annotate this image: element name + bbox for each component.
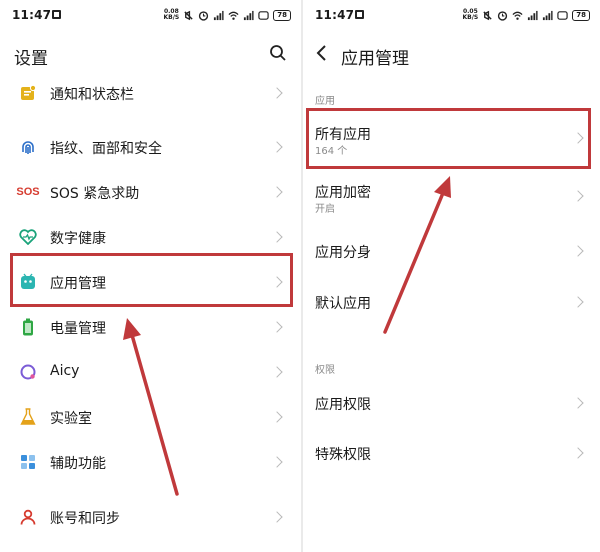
status-icons: 0.08 KB/S 78 bbox=[163, 8, 291, 22]
back-arrow-icon[interactable] bbox=[315, 44, 329, 62]
page-title: 应用管理 bbox=[341, 49, 409, 69]
sos-icon: SOS bbox=[16, 186, 40, 198]
cellular-icon bbox=[244, 10, 254, 20]
mute-icon bbox=[184, 10, 193, 20]
status-bar: 11:47 0.05 KB/S 78 bbox=[303, 0, 600, 30]
chevron-right-icon bbox=[271, 411, 283, 423]
signal-bars-icon bbox=[528, 10, 538, 20]
status-icons: 0.05 KB/S 78 bbox=[462, 8, 590, 22]
lab-flask-icon bbox=[18, 407, 38, 427]
settings-item-label: 账号和同步 bbox=[50, 511, 120, 527]
net-speed: 0.08 KB/S bbox=[163, 8, 180, 21]
settings-item-aicy[interactable]: Aicy bbox=[0, 353, 301, 393]
highlight-box-all-apps bbox=[306, 108, 591, 169]
account-icon bbox=[18, 507, 38, 527]
settings-item-label: 指纹、面部和安全 bbox=[50, 141, 162, 157]
chevron-right-icon bbox=[572, 296, 584, 308]
default-apps-label: 默认应用 bbox=[315, 296, 371, 312]
chevron-right-icon bbox=[572, 397, 584, 409]
app-lock-item[interactable]: 应用加密 开启 bbox=[303, 172, 600, 218]
status-time: 11:47 bbox=[12, 8, 52, 22]
settings-item-label: 数字健康 bbox=[50, 231, 106, 247]
alarm-icon bbox=[498, 10, 508, 21]
chevron-right-icon bbox=[271, 366, 283, 378]
battery-icon bbox=[18, 317, 38, 337]
app-management-screen: 11:47 0.05 KB/S 78 应用管理 应用 所有应用 164 个 应用… bbox=[303, 0, 600, 552]
section-header-permissions: 权限 bbox=[315, 365, 335, 376]
chevron-right-icon bbox=[271, 87, 283, 99]
default-apps-item[interactable]: 默认应用 bbox=[303, 283, 600, 329]
app-lock-label: 应用加密 bbox=[315, 185, 371, 201]
chevron-right-icon bbox=[572, 447, 584, 459]
notification-square-icon bbox=[52, 10, 61, 19]
app-clone-item[interactable]: 应用分身 bbox=[303, 232, 600, 278]
notification-square-icon bbox=[355, 10, 364, 19]
chevron-right-icon bbox=[271, 511, 283, 523]
settings-screen: 11:47 0.08 KB/S 78 设置 通知和状态栏 指纹、面部和安全 SO… bbox=[0, 0, 301, 552]
status-time: 11:47 bbox=[315, 8, 355, 22]
settings-item-label: 实验室 bbox=[50, 411, 92, 427]
settings-item-security[interactable]: 指纹、面部和安全 bbox=[0, 128, 301, 168]
highlight-box-app-management bbox=[10, 253, 293, 307]
chevron-right-icon bbox=[271, 186, 283, 198]
aicy-icon bbox=[18, 362, 38, 382]
hd-icon bbox=[258, 10, 269, 20]
chevron-right-icon bbox=[572, 245, 584, 257]
signal-bars-icon bbox=[214, 10, 224, 20]
search-icon[interactable] bbox=[269, 44, 287, 62]
battery-level: 78 bbox=[572, 9, 590, 21]
wifi-icon bbox=[228, 11, 239, 20]
settings-item-accessibility[interactable]: 辅助功能 bbox=[0, 443, 301, 483]
mute-icon bbox=[483, 10, 492, 20]
settings-item-label: 辅助功能 bbox=[50, 456, 106, 472]
special-permissions-label: 特殊权限 bbox=[315, 447, 371, 463]
accessibility-icon bbox=[18, 452, 38, 472]
app-lock-status: 开启 bbox=[315, 204, 335, 215]
app-permissions-item[interactable]: 应用权限 bbox=[303, 384, 600, 430]
chevron-right-icon bbox=[572, 190, 584, 202]
chevron-right-icon bbox=[271, 456, 283, 468]
chevron-right-icon bbox=[271, 141, 283, 153]
settings-item-label: 电量管理 bbox=[50, 321, 106, 337]
settings-item-lab[interactable]: 实验室 bbox=[0, 398, 301, 438]
net-speed: 0.05 KB/S bbox=[462, 8, 479, 21]
notification-icon bbox=[18, 83, 38, 103]
settings-item-label: Aicy bbox=[50, 363, 80, 379]
special-permissions-item[interactable]: 特殊权限 bbox=[303, 434, 600, 480]
chevron-right-icon bbox=[271, 231, 283, 243]
wifi-icon bbox=[512, 11, 523, 20]
section-header-apps: 应用 bbox=[315, 96, 335, 107]
hd-icon bbox=[557, 10, 568, 20]
app-permissions-label: 应用权限 bbox=[315, 397, 371, 413]
settings-item-sos[interactable]: SOS SOS 紧急求助 bbox=[0, 173, 301, 213]
alarm-icon bbox=[199, 10, 209, 21]
battery-level: 78 bbox=[273, 9, 291, 21]
fingerprint-icon bbox=[18, 137, 38, 157]
settings-item-account[interactable]: 账号和同步 bbox=[0, 498, 301, 538]
settings-item-label: 通知和状态栏 bbox=[50, 87, 134, 103]
status-bar: 11:47 0.08 KB/S 78 bbox=[0, 0, 301, 30]
cellular-icon bbox=[543, 10, 553, 20]
settings-item-digital-health[interactable]: 数字健康 bbox=[0, 218, 301, 258]
page-title: 设置 bbox=[14, 49, 48, 69]
digital-health-icon bbox=[18, 227, 38, 247]
chevron-right-icon bbox=[271, 321, 283, 333]
settings-item-battery[interactable]: 电量管理 bbox=[0, 308, 301, 348]
app-clone-label: 应用分身 bbox=[315, 245, 371, 261]
settings-item-notifications[interactable]: 通知和状态栏 bbox=[0, 74, 301, 114]
settings-item-label: SOS 紧急求助 bbox=[50, 186, 140, 202]
